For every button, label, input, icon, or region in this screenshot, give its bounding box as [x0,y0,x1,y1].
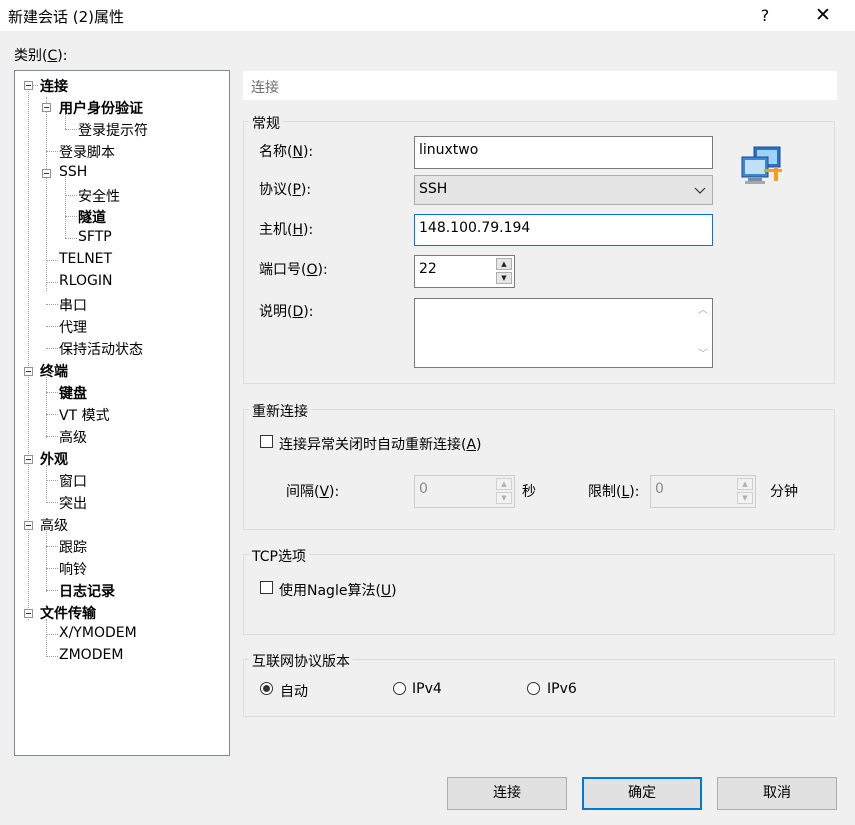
tree-item-logging[interactable]: 日志记录 [59,581,115,601]
general-group-title: 常规 [249,113,283,133]
interval-field[interactable]: 0 ▲ ▼ [414,475,515,508]
name-label: 名称(N): [259,144,314,160]
category-tree[interactable]: 连接 用户身份验证 登录提示符 登录脚本 SSH 安全性 隧道 SFTP TEL… [14,70,230,756]
tree-item-proxy[interactable]: 代理 [59,317,87,337]
connect-button[interactable]: 连接 [447,777,567,810]
protocol-value: SSH [419,181,448,197]
nagle-label[interactable]: 使用Nagle算法(U) [279,580,397,600]
tree-item-connection[interactable]: 连接 [40,76,68,96]
title-bar [0,0,855,31]
expand-toggle-icon[interactable] [42,103,51,112]
protocol-select[interactable]: SSH [414,175,713,205]
port-value: 22 [419,261,437,277]
limit-field[interactable]: 0 ▲ ▼ [650,475,756,508]
expand-toggle-icon[interactable] [24,455,33,464]
ip-v6-label[interactable]: IPv6 [547,681,577,697]
tree-item-appearance[interactable]: 外观 [40,449,68,469]
tree-item-terminal[interactable]: 终端 [40,361,68,381]
tree-item-vt-mode[interactable]: VT 模式 [59,405,110,425]
chevron-down-icon [694,187,706,194]
ip-version-group-title: 互联网协议版本 [249,651,353,671]
interval-value: 0 [419,481,428,497]
tree-item-keyboard[interactable]: 键盘 [59,383,87,403]
limit-spin-down-button[interactable]: ▼ [737,492,753,504]
tree-item-trace[interactable]: 跟踪 [59,537,87,557]
port-field[interactable]: 22 ▲ ▼ [414,255,515,288]
ip-v6-radio[interactable] [527,682,540,695]
reconnect-group [243,409,835,530]
ip-v4-label[interactable]: IPv4 [412,681,442,697]
tree-item-advanced[interactable]: 高级 [40,515,68,535]
close-button[interactable]: ✕ [808,0,838,31]
help-button[interactable]: ? [750,0,780,31]
tcp-group-title: TCP选项 [249,546,309,566]
ip-auto-label[interactable]: 自动 [280,681,308,701]
tree-item-zmodem[interactable]: ZMODEM [59,647,123,663]
expand-toggle-icon[interactable] [24,81,33,90]
host-label: 主机(H): [259,222,314,238]
tree-item-security[interactable]: 安全性 [78,186,120,206]
tree-item-window[interactable]: 窗口 [59,471,87,491]
reconnect-group-title: 重新连接 [249,401,311,421]
protocol-label: 协议(P): [259,182,312,198]
interval-spin-up-button[interactable]: ▲ [496,478,512,490]
tree-item-highlight[interactable]: 突出 [59,493,87,513]
description-textarea[interactable]: ︿ ﹀ [414,298,713,368]
tree-item-tunnel[interactable]: 隧道 [78,207,106,227]
interval-spin-down-button[interactable]: ▼ [496,492,512,504]
tree-item-user-auth[interactable]: 用户身份验证 [59,98,143,118]
tree-item-login-prompt[interactable]: 登录提示符 [78,120,148,140]
tree-item-xymodem[interactable]: X/YMODEM [59,625,137,641]
interval-unit: 秒 [522,484,536,500]
port-spin-up-button[interactable]: ▲ [496,258,512,270]
tree-item-ssh[interactable]: SSH [59,164,87,180]
limit-spin-up-button[interactable]: ▲ [737,478,753,490]
panel-header-title: 连接 [251,80,279,96]
name-value: linuxtwo [419,142,479,158]
window-title: 新建会话 (2)属性 [8,8,125,26]
cancel-button[interactable]: 取消 [717,777,837,810]
tree-item-serial[interactable]: 串口 [59,295,87,315]
tree-item-keepalive[interactable]: 保持活动状态 [59,339,143,359]
tree-item-login-script[interactable]: 登录脚本 [59,142,115,162]
nagle-checkbox[interactable] [260,581,273,594]
host-value: 148.100.79.194 [419,220,531,236]
limit-label: 限制(L): [588,484,640,500]
tree-item-rlogin[interactable]: RLOGIN [59,273,113,289]
network-computers-icon [741,146,782,184]
tree-item-file-transfer[interactable]: 文件传输 [40,603,96,623]
tree-item-telnet[interactable]: TELNET [59,251,112,267]
host-field[interactable]: 148.100.79.194 [414,214,713,246]
ok-button[interactable]: 确定 [582,777,702,810]
auto-reconnect-label[interactable]: 连接异常关闭时自动重新连接(A) [279,434,482,454]
ip-v4-radio[interactable] [393,682,406,695]
tree-item-terminal-advanced[interactable]: 高级 [59,427,87,447]
tree-item-bell[interactable]: 响铃 [59,559,87,579]
panel-header: 连接 [243,71,837,100]
expand-toggle-icon[interactable] [24,521,33,530]
auto-reconnect-checkbox[interactable] [260,435,273,448]
expand-toggle-icon[interactable] [42,169,51,178]
limit-value: 0 [655,481,664,497]
scroll-down-icon[interactable]: ﹀ [697,349,709,361]
description-label: 说明(D): [259,304,314,320]
tree-item-sftp[interactable]: SFTP [78,229,112,245]
limit-unit: 分钟 [770,484,798,500]
scroll-up-icon[interactable]: ︿ [697,305,709,317]
ip-auto-radio[interactable] [260,682,273,695]
name-field[interactable]: linuxtwo [414,136,713,169]
expand-toggle-icon[interactable] [24,609,33,618]
interval-label: 间隔(V): [286,484,340,500]
port-spin-down-button[interactable]: ▼ [496,272,512,284]
expand-toggle-icon[interactable] [24,367,33,376]
category-label: 类别(C): [14,48,68,64]
port-label: 端口号(O): [259,262,328,278]
